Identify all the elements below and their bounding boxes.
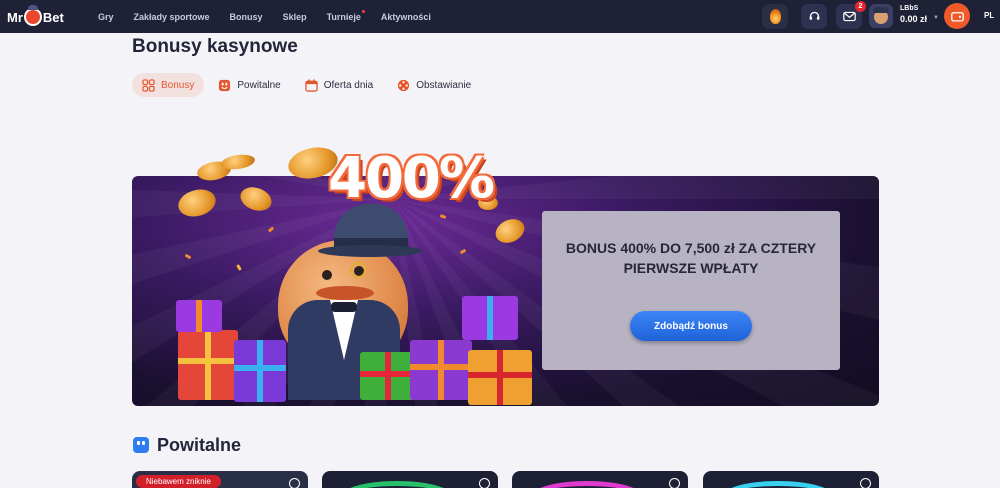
language-selector[interactable]: PL bbox=[984, 11, 994, 20]
smile-box-icon bbox=[219, 79, 231, 91]
wallet-icon bbox=[950, 12, 964, 22]
envelope-icon bbox=[842, 11, 856, 22]
mrbet-logo[interactable]: Mr Bet bbox=[7, 5, 64, 28]
nav-item-shop[interactable]: Sklep bbox=[283, 12, 307, 22]
coin-icon bbox=[220, 152, 256, 172]
tab-daily-offer[interactable]: Oferta dnia bbox=[295, 73, 383, 97]
gift-icon bbox=[462, 296, 518, 340]
mustache-icon bbox=[316, 286, 374, 300]
bonus-card[interactable] bbox=[512, 471, 688, 488]
bonus-offer-box: BONUS 400% DO 7,500 zł ZA CZTERY PIERWSZ… bbox=[542, 211, 840, 370]
tab-bonuses-label: Bonusy bbox=[161, 79, 195, 91]
gift-icon bbox=[410, 340, 472, 400]
avatar-hat-icon bbox=[873, 7, 889, 13]
username: LBbS bbox=[900, 5, 919, 12]
welcome-section-icon bbox=[133, 437, 149, 453]
nav-item-games[interactable]: Gry bbox=[98, 12, 114, 22]
info-icon[interactable] bbox=[669, 478, 680, 488]
gift-icon bbox=[176, 300, 222, 332]
headset-icon bbox=[809, 11, 819, 20]
tab-betting[interactable]: Obstawianie bbox=[387, 73, 481, 97]
flame-icon bbox=[769, 9, 781, 24]
top-bar: Mr Bet Gry Zakłady sportowe Bonusy Sklep… bbox=[0, 0, 1000, 33]
grid-icon bbox=[142, 78, 155, 92]
nav-item-tournaments[interactable]: Turnieje bbox=[326, 9, 365, 22]
gift-icon bbox=[468, 350, 532, 405]
roulette-icon bbox=[398, 79, 410, 91]
messages-button[interactable]: 2 bbox=[836, 1, 866, 29]
tab-daily-offer-label: Oferta dnia bbox=[323, 79, 374, 91]
tab-welcome-label: Powitalne bbox=[237, 79, 281, 91]
gift-icon bbox=[360, 352, 416, 400]
card-art bbox=[532, 481, 642, 488]
hero-400-text: 400% bbox=[328, 146, 495, 211]
messages-badge: 2 bbox=[855, 1, 866, 12]
logo-mascot-icon bbox=[23, 5, 42, 26]
bonus-card[interactable]: Niebawem zniknie bbox=[132, 471, 308, 488]
bonus-card[interactable] bbox=[703, 471, 879, 488]
get-bonus-button[interactable]: Zdobądź bonus bbox=[630, 311, 752, 341]
mascot-eye bbox=[322, 270, 332, 280]
section-title: Powitalne bbox=[157, 435, 242, 455]
info-icon[interactable] bbox=[289, 478, 300, 488]
logo-text-right: Bet bbox=[42, 9, 64, 25]
user-info[interactable]: LBbS 0.00 zł bbox=[900, 4, 927, 26]
flame-button[interactable] bbox=[762, 4, 788, 29]
nav-item-activities[interactable]: Aktywności bbox=[381, 12, 431, 22]
info-icon[interactable] bbox=[860, 478, 871, 488]
avatar[interactable] bbox=[869, 4, 893, 28]
main-nav: Gry Zakłady sportowe Bonusy Sklep Turnie… bbox=[98, 0, 451, 33]
expiring-tag: Niebawem zniknie bbox=[136, 475, 221, 488]
nav-item-tournaments-label: Turnieje bbox=[326, 11, 361, 22]
gift-icon bbox=[234, 340, 286, 402]
hat-brim bbox=[318, 245, 422, 257]
balance: 0.00 zł bbox=[900, 14, 928, 24]
support-button[interactable] bbox=[801, 4, 827, 29]
monocle-icon bbox=[350, 262, 366, 278]
chevron-down-icon[interactable]: ▼ bbox=[933, 15, 939, 21]
notification-dot bbox=[361, 9, 365, 13]
bonus-card[interactable] bbox=[322, 471, 498, 488]
tab-bonuses[interactable]: Bonusy bbox=[132, 73, 205, 97]
nav-item-bonuses[interactable]: Bonusy bbox=[230, 12, 263, 22]
wallet-button[interactable] bbox=[944, 3, 970, 29]
info-icon[interactable] bbox=[479, 478, 490, 488]
card-art bbox=[342, 481, 452, 488]
logo-text-left: Mr bbox=[7, 9, 23, 25]
bowtie-icon bbox=[331, 302, 357, 312]
bonus-headline: BONUS 400% DO 7,500 zł ZA CZTERY PIERWSZ… bbox=[565, 240, 817, 276]
tab-welcome[interactable]: Powitalne bbox=[208, 73, 290, 97]
gift-icon bbox=[178, 330, 238, 400]
calendar-icon bbox=[304, 78, 318, 92]
nav-item-sports[interactable]: Zakłady sportowe bbox=[134, 12, 210, 22]
bonus-tabs: Bonusy Powitalne Oferta dnia Obstawianie bbox=[132, 73, 485, 97]
card-art bbox=[723, 481, 833, 488]
tab-betting-label: Obstawianie bbox=[416, 79, 472, 91]
page-title: Bonusy kasynowe bbox=[132, 36, 298, 57]
